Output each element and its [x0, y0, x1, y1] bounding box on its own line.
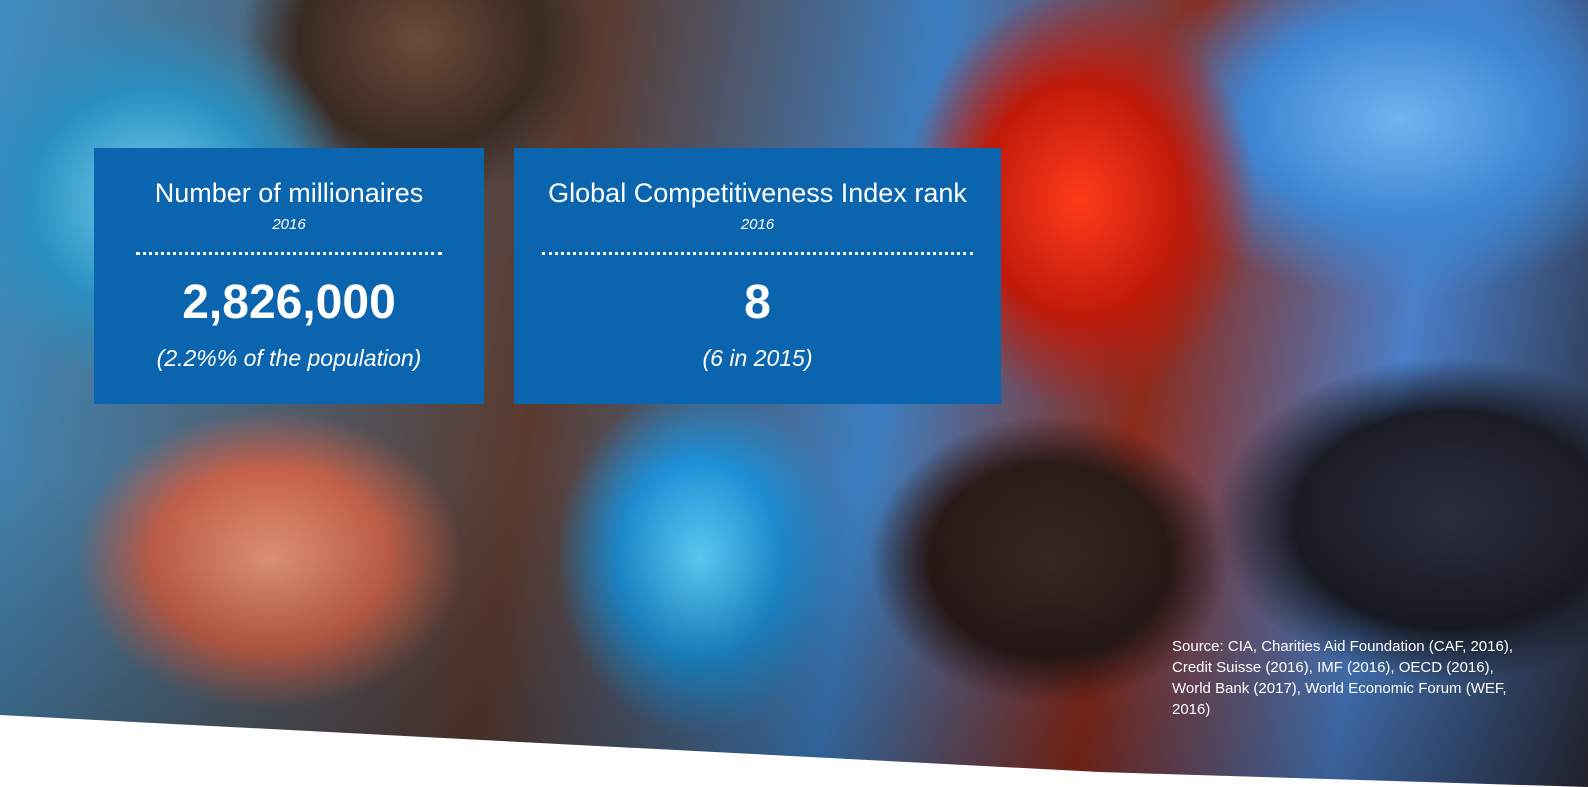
millionaires-card: Number of millionaires 2016 2,826,000 (2…	[94, 148, 484, 404]
infographic-stage: Number of millionaires 2016 2,826,000 (2…	[0, 0, 1588, 787]
card-title: Global Competitiveness Index rank	[548, 178, 967, 208]
card-value: 2,826,000	[182, 276, 396, 329]
source-note: Source: CIA, Charities Aid Foundation (C…	[1172, 638, 1514, 718]
card-year: 2016	[272, 216, 306, 233]
card-year: 2016	[740, 216, 775, 233]
dotted-divider	[136, 252, 442, 255]
card-title: Number of millionaires	[154, 178, 424, 208]
competitiveness-card: Global Competitiveness Index rank 2016 8…	[514, 148, 1001, 404]
card-note: (6 in 2015)	[702, 345, 813, 371]
dotted-divider	[542, 252, 973, 255]
card-value: 8	[744, 276, 771, 329]
card-note: (2.2%% of the population)	[156, 345, 422, 371]
